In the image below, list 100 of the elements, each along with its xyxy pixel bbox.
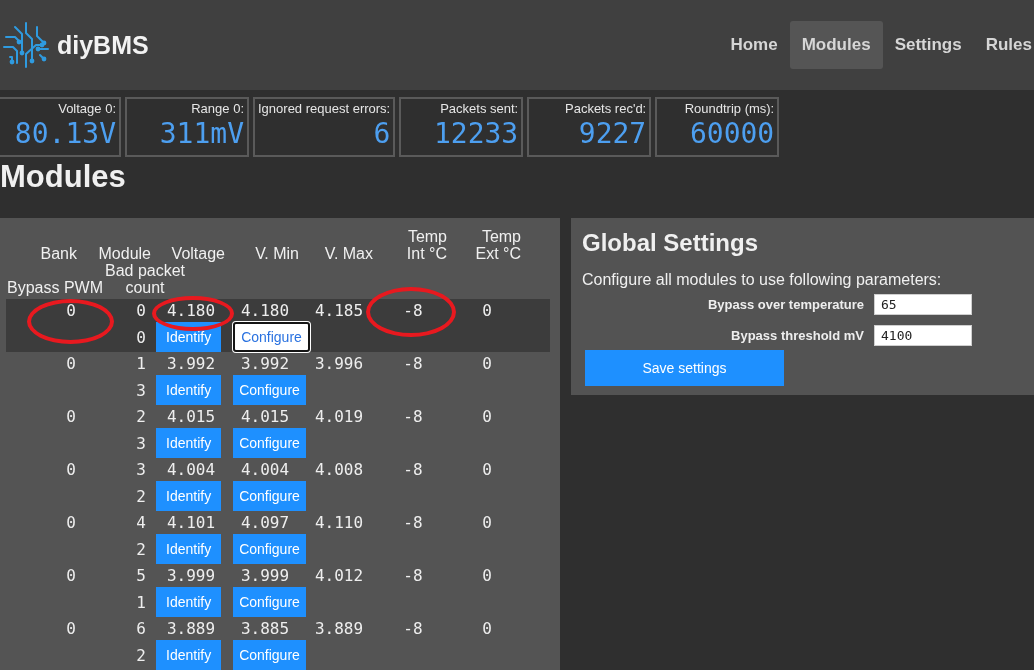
table-cell: 4.097 <box>240 513 290 532</box>
stat-value: 9227 <box>578 117 647 151</box>
table-cell: 0 <box>482 619 492 638</box>
table-cell: 0 <box>136 327 146 347</box>
stat-label: Packets rec'd: <box>565 101 647 117</box>
text-field[interactable]: 4100 <box>874 325 972 346</box>
configure-button[interactable]: Configure <box>233 640 306 670</box>
table-cell: -8 <box>403 460 423 479</box>
table-cell: 0 <box>482 513 492 532</box>
column-header: V. Max <box>323 245 374 262</box>
table-cell: 3.999 <box>240 566 290 585</box>
column-header: Temp Ext °C <box>474 228 522 262</box>
stat-value: 6 <box>373 117 391 151</box>
column-header: Voltage <box>170 245 226 262</box>
table-cell: 2 <box>136 645 146 665</box>
column-header: Bypass PWM <box>6 279 101 296</box>
text-field[interactable]: 65 <box>874 294 972 315</box>
table-cell: -8 <box>403 566 423 585</box>
table-cell: 4.015 <box>166 407 216 426</box>
table-cell: 4.004 <box>166 460 216 479</box>
table-cell: 4.101 <box>166 513 216 532</box>
table-cell: 4.110 <box>314 513 364 532</box>
configure-button[interactable]: Configure <box>233 587 306 617</box>
table-cell: 1 <box>136 354 146 373</box>
field-label: Bypass threshold mV <box>730 328 864 343</box>
table-cell: 1 <box>136 592 146 612</box>
table-cell: 2 <box>136 407 146 426</box>
table-cell: 2 <box>136 486 146 506</box>
table-cell: 0 <box>482 566 492 585</box>
table-cell: 0 <box>482 354 492 373</box>
identify-button[interactable]: Identify <box>156 640 222 670</box>
table-cell: 3.992 <box>240 354 290 373</box>
configure-button[interactable]: Configure <box>233 375 306 405</box>
table-cell: 4.185 <box>314 301 364 320</box>
panel-title: Global Settings <box>582 229 759 257</box>
identify-button[interactable]: Identify <box>156 322 222 352</box>
identify-button[interactable]: Identify <box>156 534 222 564</box>
configure-button[interactable]: Configure <box>233 534 306 564</box>
table-cell: 3 <box>136 433 146 453</box>
stat-label: Ignored request errors: <box>258 101 391 117</box>
table-cell: 2 <box>136 539 146 559</box>
table-cell: 5 <box>136 566 146 585</box>
configure-button[interactable]: Configure <box>233 322 310 352</box>
table-cell: 4.019 <box>314 407 364 426</box>
stat-value: 60000 <box>689 117 775 151</box>
brand-name: diyBMS <box>57 30 149 60</box>
table-cell: 3.889 <box>166 619 216 638</box>
table-cell: 3.999 <box>166 566 216 585</box>
table-cell: 4.008 <box>314 460 364 479</box>
stat-value: 80.13V <box>14 117 116 151</box>
stat-label: Packets sent: <box>440 101 519 117</box>
table-cell: -8 <box>403 354 423 373</box>
configure-button[interactable]: Configure <box>233 481 306 511</box>
configure-button[interactable]: Configure <box>233 428 306 458</box>
table-cell: 0 <box>66 407 76 426</box>
column-header: Temp Int °C <box>405 228 448 262</box>
table-cell: 4 <box>136 513 146 532</box>
circuit-logo-icon <box>2 21 50 69</box>
table-cell: 3.992 <box>166 354 216 373</box>
nav-link[interactable]: Rules <box>973 21 1034 69</box>
table-cell: 3.885 <box>240 619 290 638</box>
table-cell: 3 <box>136 460 146 479</box>
nav-link[interactable]: Modules <box>789 21 883 69</box>
table-cell: 0 <box>66 354 76 373</box>
identify-button[interactable]: Identify <box>156 428 222 458</box>
table-cell: 6 <box>136 619 146 638</box>
column-header: Bank <box>39 245 78 262</box>
table-cell: 0 <box>482 301 492 320</box>
table-cell: -8 <box>403 407 423 426</box>
stat-value: 311mV <box>159 117 244 151</box>
stat-label: Range 0: <box>191 101 244 117</box>
table-cell: 3 <box>136 380 146 400</box>
table-cell: 0 <box>482 460 492 479</box>
stat-label: Roundtrip (ms): <box>684 101 775 117</box>
table-cell: 4.004 <box>240 460 290 479</box>
column-header: V. Min <box>254 245 300 262</box>
identify-button[interactable]: Identify <box>156 375 222 405</box>
table-cell: 4.180 <box>240 301 290 320</box>
save-button[interactable]: Save settings <box>585 350 784 386</box>
nav-link[interactable]: Settings <box>882 21 974 69</box>
nav-link[interactable]: Home <box>718 21 790 69</box>
table-cell: -8 <box>403 513 423 532</box>
table-cell: 0 <box>136 301 146 320</box>
page-title: Modules <box>0 159 127 195</box>
table-cell: 0 <box>66 301 76 320</box>
table-cell: 4.015 <box>240 407 290 426</box>
field-label: Bypass over temperature <box>706 297 864 312</box>
panel-description: Configure all modules to use following parameters: <box>582 270 943 289</box>
table-cell: 0 <box>66 619 76 638</box>
table-cell: -8 <box>403 619 423 638</box>
table-cell: 4.012 <box>314 566 364 585</box>
identify-button[interactable]: Identify <box>156 481 222 511</box>
table-cell: 0 <box>66 566 76 585</box>
column-header: Module <box>97 245 152 262</box>
table-cell: 4.180 <box>166 301 216 320</box>
column-header: Bad packet count <box>103 262 187 296</box>
table-cell: -8 <box>403 301 423 320</box>
table-cell: 3.889 <box>314 619 364 638</box>
table-cell: 0 <box>66 460 76 479</box>
identify-button[interactable]: Identify <box>156 587 222 617</box>
